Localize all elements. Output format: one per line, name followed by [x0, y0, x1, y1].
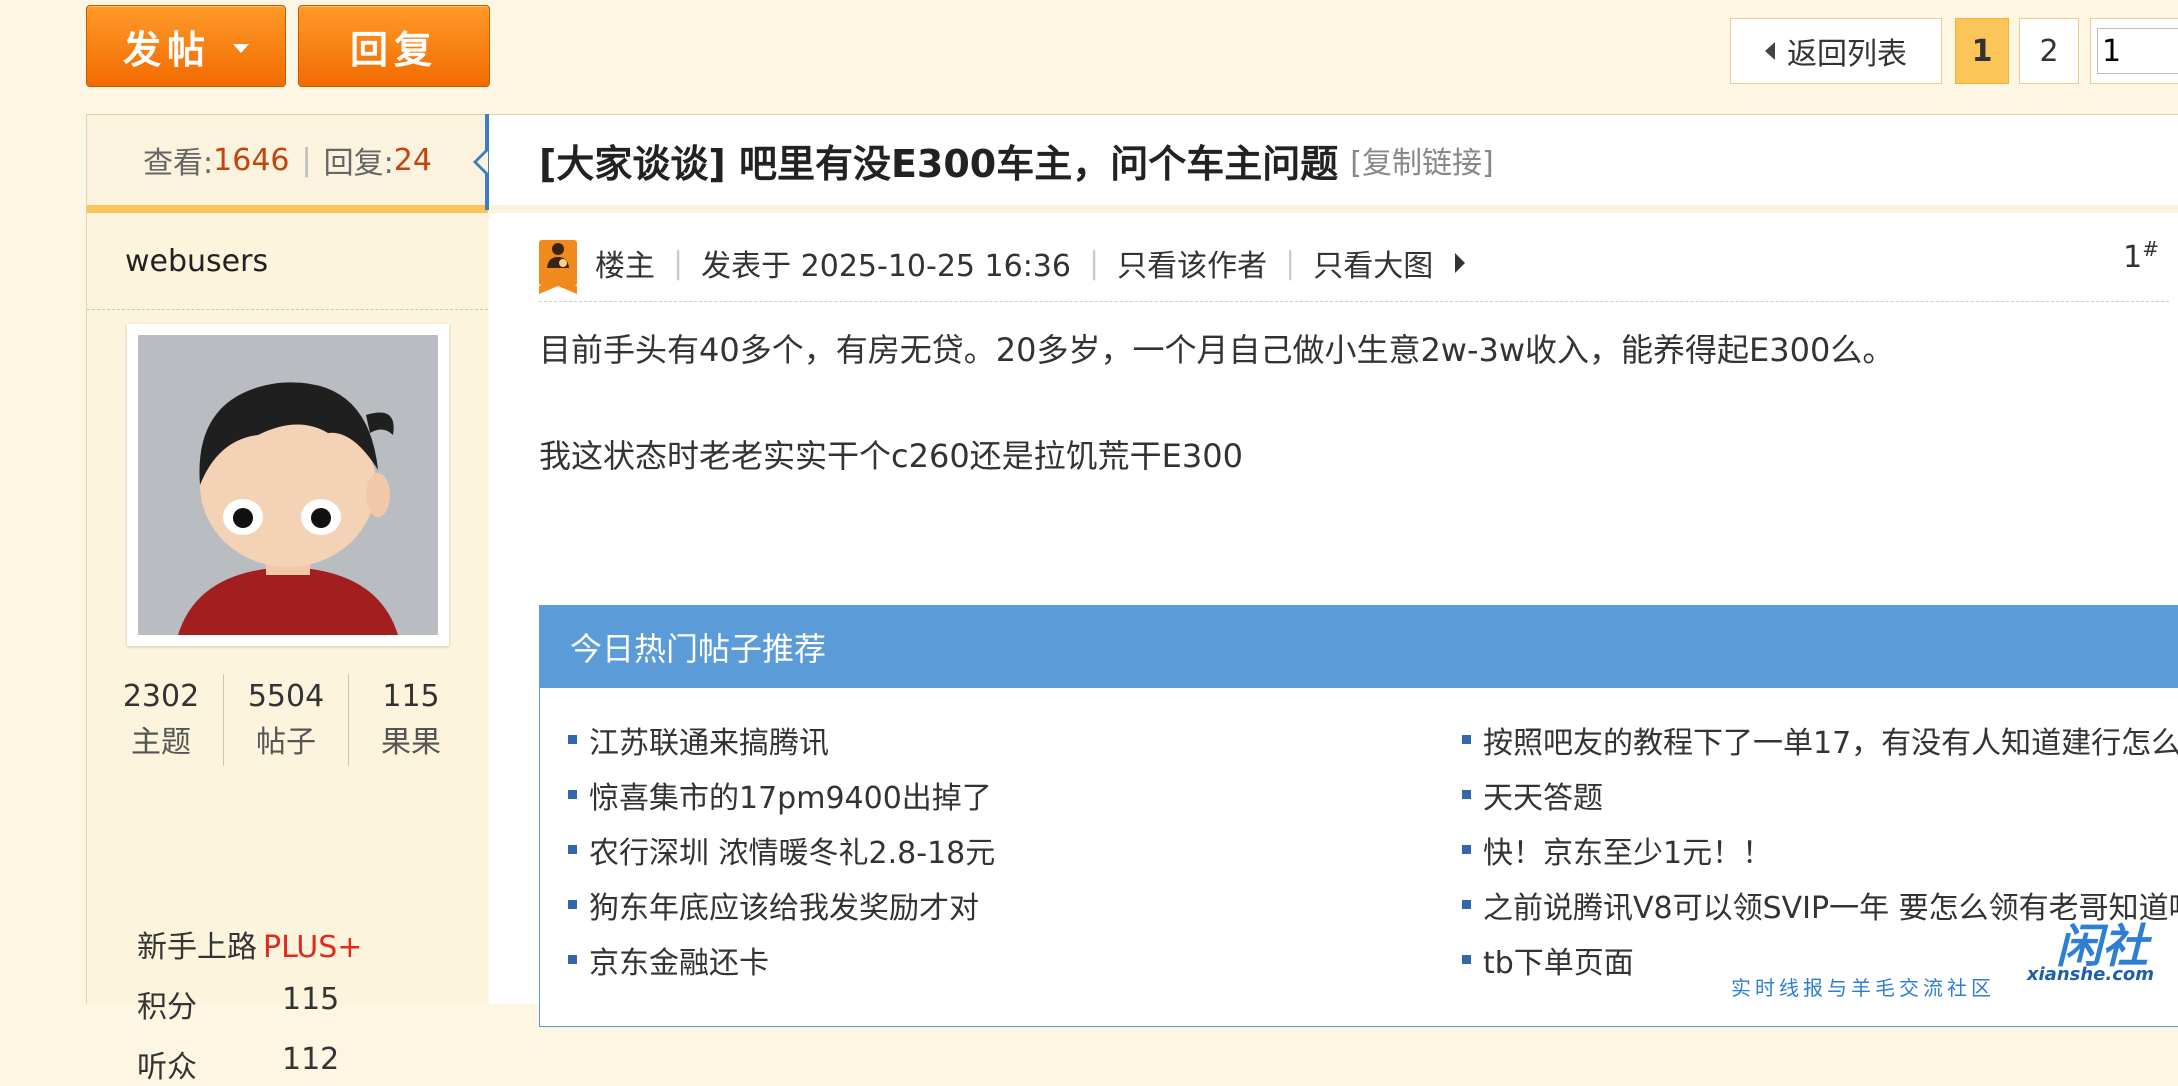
stat-label: 主题 [131, 725, 191, 760]
bullet-icon [568, 845, 577, 854]
post-meta: 楼主 | 发表于 2025-10-25 16:36 | 只看该作者 | 只看大图… [539, 225, 2169, 302]
bullet-icon [568, 790, 577, 799]
hot-post-link[interactable]: 快！京东至少1元！！ [1462, 822, 2178, 877]
author-stat-guoguo[interactable]: 115 果果 [349, 674, 473, 766]
bullet-icon [1462, 900, 1471, 909]
copy-link-button[interactable]: [复制链接] [1350, 138, 1493, 182]
back-to-list-button[interactable]: 返回列表 [1730, 18, 1942, 84]
hot-post-link[interactable]: 京东金融还卡 [568, 932, 995, 987]
reply-button[interactable]: 回复 [298, 5, 490, 87]
triangle-left-icon [1765, 42, 1775, 60]
only-author-link[interactable]: 只看该作者 [1117, 241, 1267, 285]
page-1-button[interactable]: 1 [1955, 18, 2009, 84]
triangle-right-icon[interactable] [1455, 253, 1466, 273]
post-paragraph: 目前手头有40多个，有房无贷。20多岁，一个月自己做小生意2w-3w收入，能养得… [539, 331, 1895, 369]
floor-value: 1 [2123, 240, 2143, 275]
level-badge: PLUS+ [263, 930, 363, 965]
page-jump [2090, 18, 2178, 84]
stat-value: 5504 [247, 679, 325, 714]
listeners-value: 112 [282, 1042, 340, 1077]
hot-post-link[interactable]: 狗东年底应该给我发奖励才对 [568, 877, 995, 932]
avatar-image [138, 335, 438, 635]
author-sidebar: 查看: 1646 | 回复: 24 webusers 2302 主题 5504 … [86, 114, 488, 1085]
pointer-arrow-fill [477, 151, 488, 173]
thread-title-bar: [大家谈谈] 吧里有没E300车主，问个车主问题 [复制链接] [489, 115, 2178, 213]
author-points: 积分 115 [137, 982, 339, 1026]
post-time: 发表于 2025-10-25 16:36 [701, 249, 1071, 284]
host-user-icon [539, 240, 577, 294]
views-label: 查看: [143, 146, 214, 181]
hot-post-link[interactable]: tb下单页面 [1462, 932, 2178, 987]
hot-posts-left: 江苏联通来搞腾讯 惊喜集市的17pm9400出掉了 农行深圳 浓情暖冬礼2.8-… [568, 712, 995, 987]
bullet-icon [568, 735, 577, 744]
bullet-icon [1462, 955, 1471, 964]
hot-post-link[interactable]: 按照吧友的教程下了一单17，有没有人知道建行怎么 [1462, 712, 2178, 767]
views-count: 1646 [213, 142, 290, 178]
hot-post-title: 之前说腾讯V8可以领SVIP一年 要怎么领有老哥知道吗 [1483, 890, 2178, 926]
author-username[interactable]: webusers [87, 213, 488, 310]
hot-post-link[interactable]: 之前说腾讯V8可以领SVIP一年 要怎么领有老哥知道吗 [1462, 877, 2178, 932]
bullet-icon [568, 900, 577, 909]
meta-divider: | [673, 245, 684, 281]
hot-post-title: 农行深圳 浓情暖冬礼2.8-18元 [589, 835, 996, 871]
post-paragraph: 我这状态时老老实实干个c260还是拉饥荒干E300 [539, 437, 1243, 475]
hot-post-title: 天天答题 [1483, 780, 1603, 816]
author-stats: 2302 主题 5504 帖子 115 果果 [99, 674, 473, 766]
page-title: [大家谈谈] 吧里有没E300车主，问个车主问题 [539, 141, 1339, 186]
reply-button-label: 回复 [349, 27, 438, 72]
bullet-icon [1462, 790, 1471, 799]
back-to-list-label: 返回列表 [1787, 37, 1907, 72]
points-label: 积分 [137, 990, 197, 1025]
hot-post-title: tb下单页面 [1483, 945, 1634, 981]
post-content: [大家谈谈] 吧里有没E300车主，问个车主问题 [复制链接] 楼主 | 发表于… [489, 115, 2178, 1027]
floor-mark: # [2142, 237, 2159, 261]
stats-divider: | [301, 142, 312, 178]
meta-divider: | [1285, 245, 1296, 281]
page-2-button[interactable]: 2 [2019, 18, 2079, 84]
avatar[interactable] [127, 324, 449, 646]
stat-label: 果果 [381, 725, 441, 760]
hot-post-link[interactable]: 惊喜集市的17pm9400出掉了 [568, 767, 995, 822]
replies-count: 24 [393, 142, 432, 178]
stat-value: 2302 [122, 679, 200, 714]
post-button[interactable]: 发帖 [86, 5, 286, 87]
bullet-icon [1462, 845, 1471, 854]
bullet-icon [1462, 735, 1471, 744]
replies-label: 回复: [323, 146, 394, 181]
author-stat-posts[interactable]: 5504 帖子 [224, 674, 349, 766]
page-jump-input[interactable] [2097, 28, 2178, 74]
listeners-label: 听众 [137, 1050, 197, 1085]
hot-post-link[interactable]: 农行深圳 浓情暖冬礼2.8-18元 [568, 822, 995, 877]
author-stat-topics[interactable]: 2302 主题 [99, 674, 224, 766]
hot-post-title: 江苏联通来搞腾讯 [589, 725, 829, 761]
hot-posts-right: 按照吧友的教程下了一单17，有没有人知道建行怎么 天天答题 快！京东至少1元！！… [1462, 712, 2178, 987]
level-name: 新手上路 [137, 930, 257, 965]
stat-value: 115 [382, 679, 440, 714]
hot-post-title: 惊喜集市的17pm9400出掉了 [589, 780, 992, 816]
post-body: 目前手头有40多个，有房无贷。20多岁，一个月自己做小生意2w-3w收入，能养得… [539, 325, 1894, 537]
hot-post-link[interactable]: 江苏联通来搞腾讯 [568, 712, 995, 767]
floor-number[interactable]: 1# [2123, 237, 2159, 275]
stat-label: 帖子 [256, 725, 316, 760]
meta-divider: | [1088, 245, 1100, 281]
host-label: 楼主 [595, 249, 655, 284]
hot-post-title: 快！京东至少1元！！ [1483, 835, 1773, 871]
post-button-label: 发帖 [122, 27, 211, 72]
author-listeners: 听众 112 [137, 1042, 339, 1086]
hot-posts-title: 今日热门帖子推荐 [540, 606, 2178, 688]
chevron-down-icon[interactable] [233, 43, 249, 53]
bullet-icon [568, 955, 577, 964]
hot-post-link[interactable]: 天天答题 [1462, 767, 2178, 822]
thread-stats: 查看: 1646 | 回复: 24 [87, 114, 488, 213]
points-value: 115 [282, 982, 340, 1017]
only-images-link[interactable]: 只看大图 [1313, 241, 1433, 285]
author-level: 新手上路 PLUS+ [137, 922, 362, 966]
hot-post-title: 京东金融还卡 [589, 945, 769, 981]
hot-post-title: 狗东年底应该给我发奖励才对 [589, 890, 979, 926]
hot-posts-panel: 今日热门帖子推荐 江苏联通来搞腾讯 惊喜集市的17pm9400出掉了 农行深圳 … [539, 605, 2178, 1027]
hot-post-title: 按照吧友的教程下了一单17，有没有人知道建行怎么 [1483, 725, 2178, 761]
